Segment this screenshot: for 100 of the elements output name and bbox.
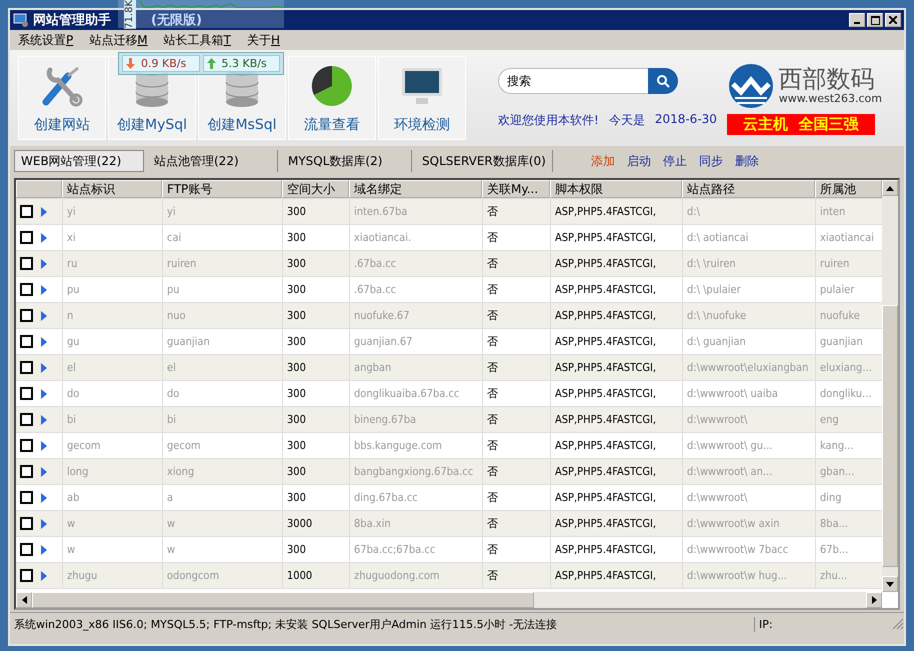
table-cell: d:\wwwroot\ [682, 407, 815, 432]
table-cell: n [62, 303, 162, 328]
search-button[interactable] [648, 68, 678, 94]
table-cell: ding.67ba.cc [349, 485, 482, 510]
menu-item[interactable]: 关于H [246, 32, 280, 48]
row-pointer-icon [41, 362, 47, 372]
row-checkbox[interactable] [20, 257, 33, 270]
promo-banner[interactable]: 云主机 全国三强 [726, 114, 875, 134]
column-header[interactable]: 所属池 [815, 180, 882, 198]
row-checkbox[interactable] [20, 569, 33, 582]
toolbar-button[interactable]: 流量查看 [288, 56, 376, 140]
row-pointer-icon [41, 258, 47, 268]
horizontal-scrollbar[interactable] [16, 592, 882, 608]
table-cell: 8ba.xin [349, 511, 482, 536]
table-cell: ASP,PHP5.4FASTCGI, [550, 459, 682, 484]
menu-item[interactable]: 系统设置P [18, 32, 74, 48]
column-header[interactable]: FTP账号 [162, 180, 282, 198]
table-cell: 300 [282, 433, 349, 458]
table-cell: d:\wwwroot\eluxiangban [682, 355, 815, 380]
table-cell: 3000 [282, 511, 349, 536]
close-button[interactable] [885, 13, 901, 27]
row-pointer-icon [41, 206, 47, 216]
table-cell: odongcom [162, 563, 282, 588]
row-checkbox[interactable] [20, 309, 33, 322]
column-header[interactable]: 站点路径 [682, 180, 815, 198]
table-cell: 300 [282, 199, 349, 224]
table-cell: ASP,PHP5.4FASTCGI, [550, 433, 682, 458]
down-arrow-icon [126, 58, 135, 69]
ip-label: IP: [758, 618, 773, 630]
tab[interactable]: 站点池管理(22) [148, 150, 278, 172]
left-arrow-icon [22, 596, 26, 604]
table-cell: 否 [482, 303, 550, 328]
toolbar-button[interactable]: 创建网站 [18, 56, 106, 140]
table-cell: xi [62, 225, 162, 250]
logo-icon [726, 62, 775, 110]
row-pointer-icon [41, 492, 47, 502]
row-checkbox[interactable] [20, 231, 33, 244]
row-checkbox[interactable] [20, 335, 33, 348]
table-cell: d:\ aotiancai [682, 225, 815, 250]
column-header[interactable]: 脚本权限 [550, 180, 682, 198]
action-link[interactable]: 停止 [662, 152, 687, 170]
row-checkbox[interactable] [20, 517, 33, 530]
tab[interactable]: MYSQL数据库(2) [282, 150, 412, 172]
table-cell: 1000 [282, 563, 349, 588]
tab[interactable]: WEB网站管理(22) [14, 150, 144, 172]
column-header[interactable]: 域名绑定 [349, 180, 482, 198]
table-cell: d:\ [682, 199, 815, 224]
table-cell: d:\ \pulaier [682, 277, 815, 302]
minimize-button[interactable] [849, 13, 865, 27]
row-pointer-icon [41, 466, 47, 476]
table-cell: d:\wwwroot\ uaiba [682, 381, 815, 406]
logo-name: 西部数码 [778, 66, 876, 92]
table-cell: xiong [162, 459, 282, 484]
action-link[interactable]: 删除 [734, 152, 759, 170]
table-cell: d:\ \ruiren [682, 251, 815, 276]
table-cell: 300 [282, 277, 349, 302]
table-cell: pu [162, 277, 282, 302]
row-checkbox[interactable] [20, 283, 33, 296]
table-cell: 300 [282, 329, 349, 354]
tab[interactable]: SQLSERVER数据库(0) [416, 150, 553, 172]
row-checkbox[interactable] [20, 205, 33, 218]
table-cell: gecom [62, 433, 162, 458]
row-checkbox[interactable] [20, 543, 33, 556]
table-cell: ruiren [162, 251, 282, 276]
maximize-button[interactable] [867, 13, 883, 27]
action-link[interactable]: 同步 [698, 152, 723, 170]
row-pointer-icon [41, 440, 47, 450]
table-cell: zhugu [62, 563, 162, 588]
table-cell: 否 [482, 355, 550, 380]
table-cell: .67ba.cc [349, 277, 482, 302]
row-checkbox[interactable] [20, 491, 33, 504]
table-cell: w [162, 537, 282, 562]
table-cell: long [62, 459, 162, 484]
table-cell: ASP,PHP5.4FASTCGI, [550, 407, 682, 432]
download-rate: 0.9 KB/s [122, 55, 200, 72]
row-checkbox[interactable] [20, 439, 33, 452]
right-arrow-icon [872, 596, 876, 604]
date-text: 2018-6-30 [654, 112, 717, 128]
vertical-scrollbar[interactable] [882, 180, 898, 592]
menu-item[interactable]: 站点迁移M [89, 32, 148, 48]
toolbar-button[interactable]: 环境检测 [378, 56, 466, 140]
table-cell: ASP,PHP5.4FASTCGI, [550, 303, 682, 328]
table-cell: ASP,PHP5.4FASTCGI, [550, 537, 682, 562]
table-cell: cai [162, 225, 282, 250]
menu-item[interactable]: 站长工具箱T [164, 32, 231, 48]
row-checkbox[interactable] [20, 465, 33, 478]
table-cell: 300 [282, 537, 349, 562]
table-cell: ab [62, 485, 162, 510]
row-checkbox[interactable] [20, 361, 33, 374]
action-link[interactable]: 启动 [626, 152, 651, 170]
table-cell: 67ba.cc;67ba.cc [349, 537, 482, 562]
table-cell: a [162, 485, 282, 510]
table-cell: 否 [482, 277, 550, 302]
column-header[interactable]: 空间大小 [282, 180, 349, 198]
table-cell: 300 [282, 381, 349, 406]
row-checkbox[interactable] [20, 387, 33, 400]
column-header[interactable]: 站点标识 [62, 180, 162, 198]
search-field[interactable]: 搜索 [498, 68, 648, 94]
row-checkbox[interactable] [20, 413, 33, 426]
column-header[interactable]: 关联My... [482, 180, 550, 198]
